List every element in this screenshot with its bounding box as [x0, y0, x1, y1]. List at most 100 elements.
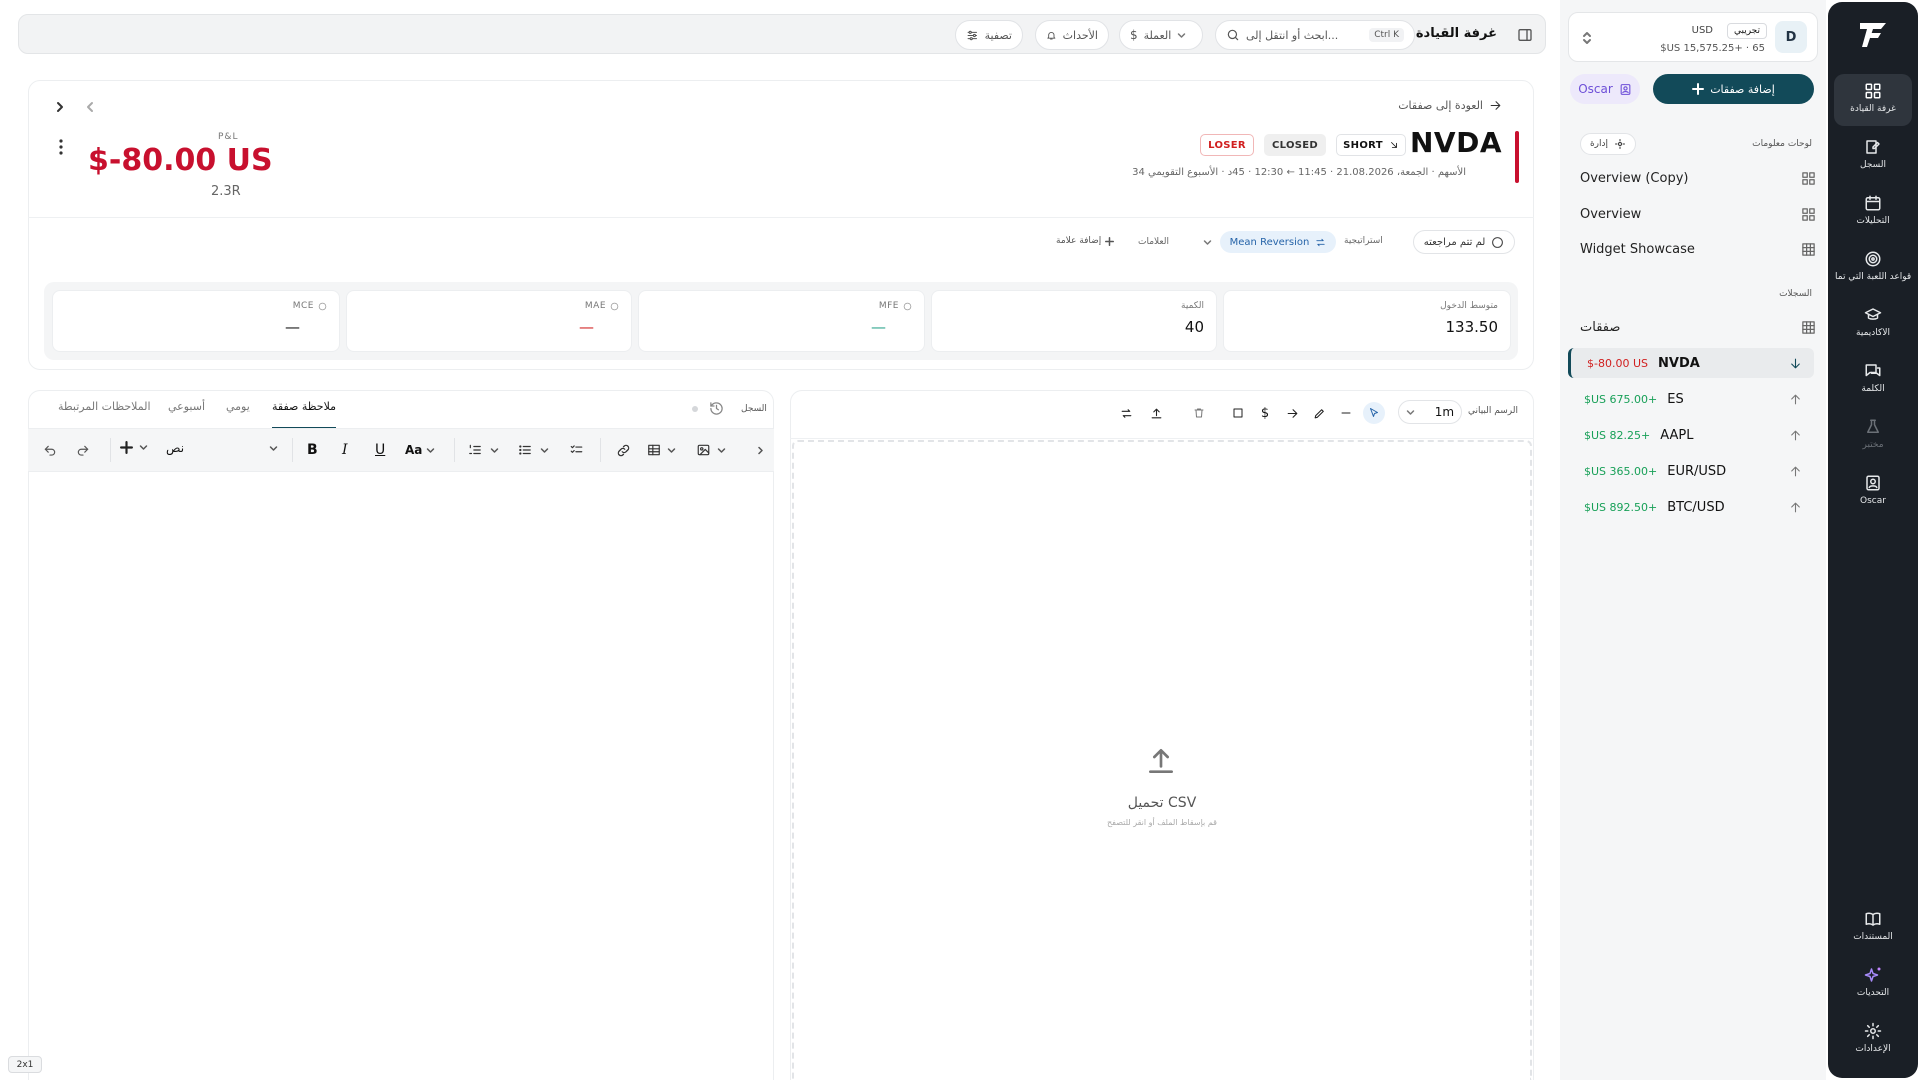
chevron-down-icon — [139, 445, 148, 450]
rail-item-chat[interactable]: الكلمة — [1834, 354, 1912, 406]
insert-block-button[interactable] — [120, 441, 148, 454]
oscar-label: Oscar — [1578, 82, 1613, 96]
export-tool[interactable] — [1145, 402, 1167, 424]
italic-button[interactable]: I — [342, 442, 348, 458]
interval-value: 1m — [1434, 405, 1455, 419]
grid-icon — [1802, 171, 1815, 185]
table-button[interactable] — [647, 443, 676, 457]
trades-log-item[interactable]: صفقات — [1580, 312, 1816, 342]
trade-row[interactable]: $US 675.00+ ES — [1568, 384, 1814, 414]
strategy-value: Mean Reversion — [1229, 236, 1310, 248]
filter-button[interactable]: تصفية — [955, 20, 1023, 50]
trade-symbol: AAPL — [1660, 427, 1694, 443]
add-tag-button[interactable]: إضافة علامة — [1056, 236, 1115, 246]
info-icon — [903, 302, 912, 310]
rail-item-command-center[interactable]: غرفة القيادة — [1834, 74, 1912, 126]
rail-item-oscar[interactable]: Oscar — [1834, 466, 1912, 518]
add-trades-button[interactable]: إضافة صفقات — [1653, 74, 1814, 104]
rail-item-settings[interactable]: الإعدادات — [1834, 1014, 1912, 1066]
sparkle-icon — [1864, 967, 1881, 982]
chevron-left-icon[interactable] — [84, 101, 96, 113]
pencil-icon — [1314, 408, 1324, 418]
text-style-select[interactable]: نص — [166, 441, 278, 455]
loss-indicator-bar — [1515, 131, 1519, 183]
side-label: SHORT — [1343, 139, 1383, 151]
bullet-list-button[interactable] — [518, 443, 549, 457]
layout-badge[interactable]: 2x1 — [8, 1056, 42, 1073]
chevron-right-icon[interactable] — [54, 101, 66, 113]
checklist-icon[interactable] — [569, 443, 584, 457]
dashboard-item[interactable]: Overview (Copy) — [1580, 163, 1816, 193]
link-icon[interactable] — [616, 443, 631, 458]
stat-label: MCE — [292, 301, 314, 311]
arrow-tool[interactable] — [1281, 402, 1303, 424]
tab-daily[interactable]: يومي — [226, 400, 250, 413]
divider — [790, 438, 1534, 439]
trades-log-label: صفقات — [1580, 319, 1621, 335]
trade-row[interactable]: $US 82.25+ AAPL — [1568, 420, 1814, 450]
arrow-up-icon — [1791, 430, 1800, 440]
trade-symbol: NVDA — [1658, 355, 1700, 371]
square-icon — [1233, 408, 1243, 418]
ordered-list-icon — [469, 444, 481, 455]
trade-row[interactable]: $US 365.00+ EUR/USD — [1568, 456, 1814, 486]
delete-tool[interactable] — [1188, 402, 1210, 424]
account-currency: USD — [1691, 25, 1713, 36]
tab-trade-note[interactable]: ملاحظة صفقة — [272, 400, 336, 413]
trade-row[interactable]: $-80.00 US NVDA — [1568, 348, 1814, 378]
underline-button[interactable]: U — [375, 442, 385, 458]
price-tool[interactable]: $ — [1254, 402, 1276, 424]
app-rail: غرفة القيادة السجل التحليلات قواعد اللعب… — [1828, 2, 1918, 1078]
swap-tool[interactable] — [1115, 402, 1137, 424]
chevron-right-icon[interactable] — [756, 446, 765, 455]
more-vertical-icon[interactable] — [58, 139, 64, 155]
plus-icon — [120, 441, 133, 454]
search-button[interactable]: ابحث أو انتقل إلى... Ctrl K — [1215, 20, 1415, 50]
sidebar-toggle-icon[interactable] — [1517, 27, 1533, 43]
oscar-icon — [1866, 475, 1880, 491]
stat-value: — — [579, 318, 594, 336]
trade-row[interactable]: $US 892.50+ BTC/USD — [1568, 492, 1814, 522]
rect-tool[interactable] — [1227, 402, 1249, 424]
currency-label: العملة — [1143, 28, 1172, 42]
rail-item-journal[interactable]: السجل — [1834, 130, 1912, 182]
rail-item-analytics[interactable]: التحليلات — [1834, 186, 1912, 238]
bold-button[interactable]: B — [307, 442, 318, 458]
pnl-value: $-80.00 US — [88, 143, 273, 178]
back-to-trades-link[interactable]: العودة إلى صفقات — [1398, 99, 1502, 112]
rail-item-playbook[interactable]: قواعد اللعبة التي تما... — [1834, 242, 1912, 294]
line-tool[interactable] — [1335, 402, 1357, 424]
note-editor[interactable] — [30, 474, 772, 1074]
dashboard-item[interactable]: Widget Showcase — [1580, 234, 1816, 264]
info-icon — [610, 302, 619, 310]
dashboard-item[interactable]: Overview — [1580, 199, 1816, 229]
font-size-button[interactable]: Aa — [405, 443, 435, 457]
image-button[interactable] — [696, 443, 726, 457]
rail-item-lab[interactable]: مختبر — [1834, 410, 1912, 462]
account-balance: $US 15,575.25+ · 65 — [1660, 43, 1765, 54]
pointer-tool[interactable] — [1363, 402, 1385, 424]
strategy-chip[interactable]: Mean Reversion — [1220, 231, 1336, 253]
manage-dashboards-button[interactable]: إدارة — [1580, 133, 1636, 155]
tab-linked-notes[interactable]: الملاحظات المرتبطة — [58, 400, 151, 413]
undo-icon[interactable] — [43, 444, 57, 458]
history-icon[interactable] — [709, 401, 724, 416]
currency-selector[interactable]: $ العملة — [1119, 20, 1203, 50]
rail-item-challenges[interactable]: التحديات — [1834, 958, 1912, 1010]
divider — [110, 438, 111, 462]
chevron-down-icon[interactable] — [1203, 238, 1212, 247]
events-label: الأحداث — [1062, 28, 1098, 42]
stat-label: متوسط الدخول — [1440, 301, 1498, 311]
oscar-button[interactable]: Oscar — [1570, 74, 1640, 104]
review-status-button[interactable]: لم تتم مراجعته — [1413, 230, 1515, 254]
sidebar — [1560, 0, 1826, 1080]
events-button[interactable]: الأحداث — [1035, 20, 1109, 50]
interval-selector[interactable]: 1m — [1398, 400, 1462, 424]
rail-item-academy[interactable]: الأكاديمية — [1834, 298, 1912, 350]
draw-tool[interactable] — [1308, 402, 1330, 424]
ordered-list-button[interactable] — [468, 443, 499, 457]
rail-item-docs[interactable]: المستندات — [1834, 902, 1912, 954]
redo-icon[interactable] — [76, 444, 90, 458]
account-switcher[interactable]: D تجريبي USD $US 15,575.25+ · 65 — [1568, 12, 1818, 62]
tab-weekly[interactable]: أسبوعي — [168, 400, 205, 413]
